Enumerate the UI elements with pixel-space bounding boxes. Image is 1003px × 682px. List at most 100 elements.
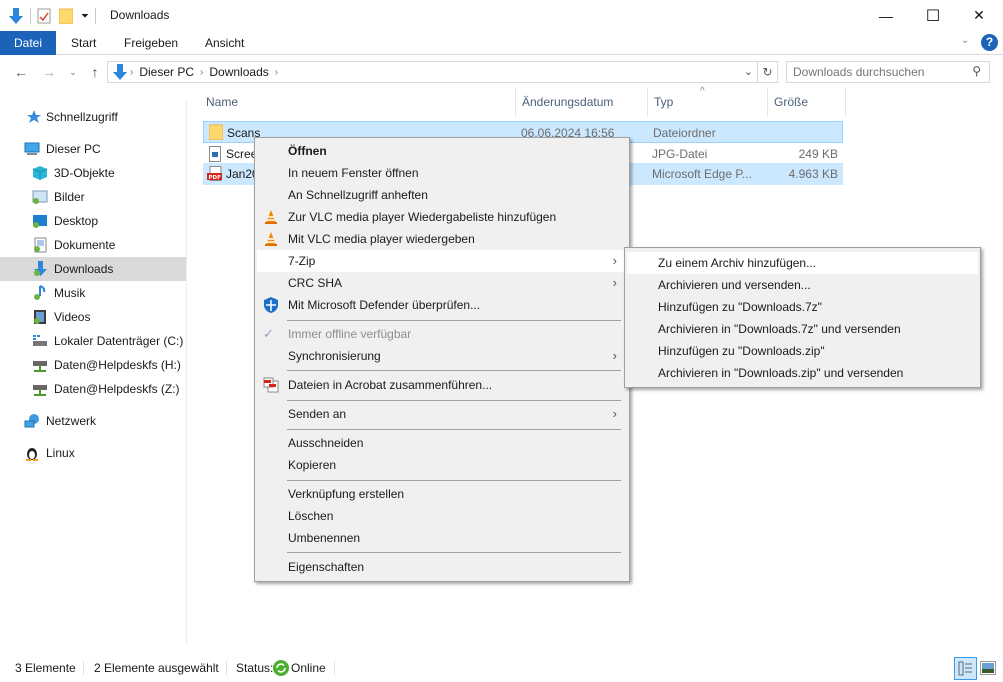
divider [334, 661, 335, 675]
up-button[interactable]: ↑ [86, 63, 104, 81]
menu-item-delete[interactable]: Löschen [257, 505, 627, 527]
menu-item-label: Senden an [288, 407, 347, 421]
back-button[interactable]: ← [12, 63, 30, 81]
sidebar-item-lokaler-datentraeger[interactable]: Lokaler Datenträger (C:) [0, 329, 186, 353]
maximize-button[interactable]: ☐ [910, 0, 956, 31]
menu-item-label: Mit VLC media player wiedergeben [288, 232, 475, 246]
column-header-name[interactable]: Name [200, 88, 516, 116]
navigation-pane: Schnellzugriff Dieser PC 3D-Objekte Bild… [0, 100, 187, 645]
submenu-item-7z-and-email[interactable]: Archivieren in "Downloads.7z" und versen… [627, 318, 978, 340]
acrobat-icon [263, 377, 279, 393]
submenu-item-zip-and-email[interactable]: Archivieren in "Downloads.zip" und verse… [627, 362, 978, 384]
search-icon[interactable]: ⚲ [972, 64, 981, 78]
menu-item-7zip[interactable]: 7-Zip › [257, 250, 627, 272]
minimize-button[interactable]: — [863, 0, 909, 31]
sidebar-item-label: Daten@Helpdeskfs (H:) [54, 358, 181, 372]
submenu-item-add-to-zip[interactable]: Hinzufügen zu "Downloads.zip" [627, 340, 978, 362]
menu-item-always-offline[interactable]: ✓ Immer offline verfügbar [257, 323, 627, 345]
tab-ansicht[interactable]: Ansicht [191, 31, 258, 55]
search-box[interactable]: ⚲ [786, 61, 990, 83]
submenu-item-add-to-archive[interactable]: Zu einem Archiv hinzufügen... [627, 252, 978, 274]
menu-item-pin-quick-access[interactable]: An Schnellzugriff anheften [257, 184, 627, 206]
breadcrumb-chevron[interactable]: › [200, 67, 203, 78]
sidebar-item-dokumente[interactable]: Dokumente [0, 233, 186, 257]
sidebar-item-videos[interactable]: Videos [0, 305, 186, 329]
ribbon-tabs: Datei Start Freigeben Ansicht ⌄ ? [0, 31, 1003, 55]
menu-item-acrobat-combine[interactable]: Dateien in Acrobat zusammenführen... [257, 374, 627, 396]
breadcrumb-chevron[interactable]: › [275, 67, 278, 78]
close-button[interactable]: ✕ [956, 0, 1002, 31]
recent-locations-button[interactable]: ⌄ [64, 63, 82, 81]
sidebar-item-bilder[interactable]: Bilder [0, 185, 186, 209]
menu-item-create-shortcut[interactable]: Verknüpfung erstellen [257, 483, 627, 505]
linux-icon [24, 445, 40, 461]
sidebar-item-label: Dokumente [54, 238, 116, 252]
defender-shield-icon [263, 297, 279, 313]
menu-item-send-to[interactable]: Senden an › [257, 403, 627, 425]
sidebar-item-linux[interactable]: Linux [0, 441, 186, 465]
menu-item-rename[interactable]: Umbenennen [257, 527, 627, 549]
sidebar-item-3d-objekte[interactable]: 3D-Objekte [0, 161, 186, 185]
refresh-button[interactable]: ↻ [757, 62, 777, 82]
breadcrumb-downloads[interactable]: Downloads [209, 65, 268, 79]
sidebar-item-netzlaufwerk-z[interactable]: Daten@Helpdeskfs (Z:) [0, 377, 186, 401]
menu-item-defender-scan[interactable]: Mit Microsoft Defender überprüfen... [257, 294, 627, 316]
forward-button[interactable]: → [40, 63, 58, 81]
submenu-item-archive-and-email[interactable]: Archivieren und versenden... [627, 274, 978, 296]
submenu-item-add-to-7z[interactable]: Hinzufügen zu "Downloads.7z" [627, 296, 978, 318]
column-header-size[interactable]: Größe [767, 88, 845, 116]
expand-ribbon-button[interactable]: ⌄ [961, 35, 969, 46]
breadcrumb-chevron[interactable]: › [130, 67, 133, 78]
downloads-location-icon [112, 64, 128, 80]
sidebar-item-label: Videos [54, 310, 91, 324]
menu-item-copy[interactable]: Kopieren [257, 454, 627, 476]
tab-freigeben[interactable]: Freigeben [110, 31, 192, 55]
menu-separator [287, 552, 621, 553]
menu-item-cut[interactable]: Ausschneiden [257, 432, 627, 454]
sidebar-item-label: Bilder [54, 190, 85, 204]
sidebar-item-desktop[interactable]: Desktop [0, 209, 186, 233]
quick-access-toolbar: ⏷ [8, 7, 102, 25]
tab-start[interactable]: Start [57, 31, 110, 55]
properties-icon[interactable] [37, 8, 51, 24]
sort-ascending-icon: ^ [700, 86, 705, 97]
column-header-type[interactable]: Typ [647, 88, 767, 116]
sidebar-item-musik[interactable]: Musik [0, 281, 186, 305]
menu-item-open-new-window[interactable]: In neuem Fenster öffnen [257, 162, 627, 184]
address-bar[interactable]: › Dieser PC › Downloads › ⌄ ↻ [107, 61, 778, 83]
sidebar-item-downloads[interactable]: Downloads [0, 257, 186, 281]
address-history-dropdown[interactable]: ⌄ [744, 65, 753, 78]
menu-item-oeffnen[interactable]: Öffnen [257, 140, 627, 162]
column-divider [845, 88, 846, 116]
menu-item-sync[interactable]: Synchronisierung › [257, 345, 627, 367]
folder-icon [208, 124, 224, 143]
close-icon: ✕ [973, 7, 985, 23]
large-icons-view-button[interactable] [980, 661, 996, 675]
sidebar-item-schnellzugriff[interactable]: Schnellzugriff [0, 105, 186, 129]
file-size [773, 122, 839, 144]
drive-icon [32, 333, 48, 349]
column-header-date[interactable]: Änderungsdatum [515, 88, 647, 116]
new-folder-icon[interactable] [58, 8, 74, 25]
sidebar-item-label: Downloads [54, 262, 114, 276]
help-button[interactable]: ? [981, 34, 998, 51]
search-input[interactable] [787, 62, 957, 82]
menu-item-properties[interactable]: Eigenschaften [257, 556, 627, 578]
menu-item-vlc-play[interactable]: Mit VLC media player wiedergeben [257, 228, 627, 250]
menu-item-label: Dateien in Acrobat zusammenführen... [288, 378, 493, 392]
breadcrumb-dieser-pc[interactable]: Dieser PC [139, 65, 194, 79]
details-view-button[interactable] [954, 657, 977, 680]
title-bar: ⏷ Downloads — ☐ ✕ [0, 0, 1003, 31]
tab-datei[interactable]: Datei [0, 31, 56, 55]
network-drive-icon [32, 381, 48, 397]
maximize-icon: ☐ [925, 7, 941, 25]
menu-item-vlc-playlist[interactable]: Zur VLC media player Wiedergabeliste hin… [257, 206, 627, 228]
pictures-icon [32, 189, 48, 205]
sidebar-item-netzwerk[interactable]: Netzwerk [0, 409, 186, 433]
menu-item-crc-sha[interactable]: CRC SHA › [257, 272, 627, 294]
sidebar-item-netzlaufwerk-h[interactable]: Daten@Helpdeskfs (H:) [0, 353, 186, 377]
svg-text:PDF: PDF [209, 175, 222, 181]
customize-toolbar-dropdown[interactable]: ⏷ [81, 11, 89, 22]
status-label: Status: [236, 661, 274, 675]
sidebar-item-dieser-pc[interactable]: Dieser PC [0, 137, 186, 161]
